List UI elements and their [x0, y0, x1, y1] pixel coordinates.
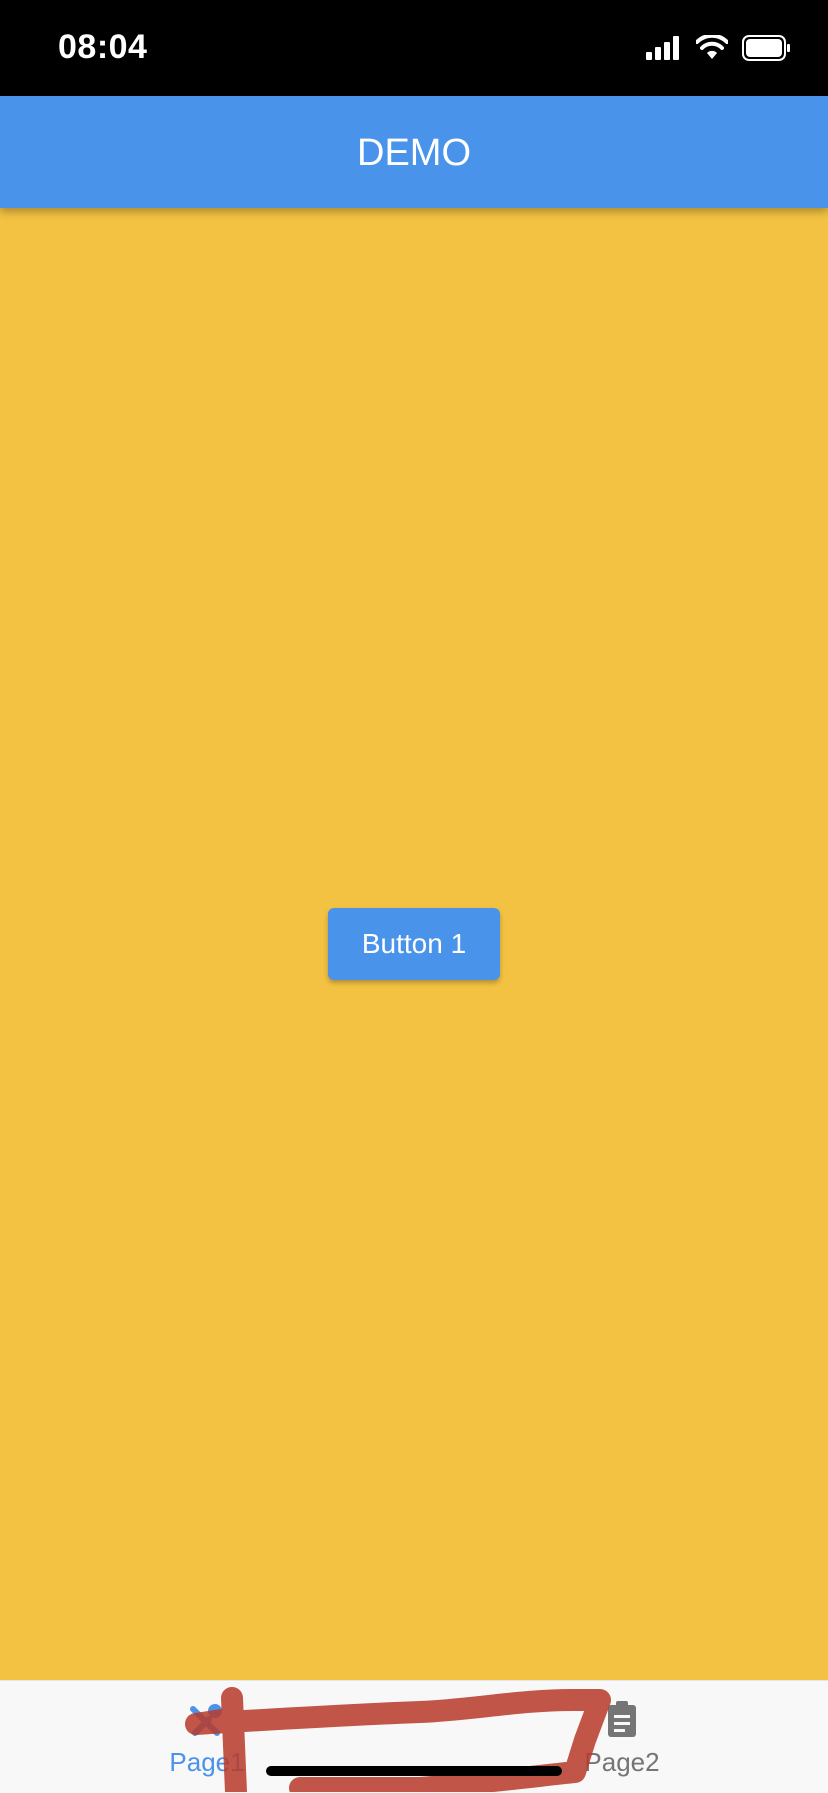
pen-icon — [190, 1704, 222, 1736]
status-bar: 08:04 — [0, 0, 828, 96]
nav-label-page1: Page1 — [169, 1747, 245, 1777]
status-time: 08:04 — [58, 28, 148, 66]
home-indicator — [266, 1766, 562, 1776]
status-icons — [646, 34, 792, 62]
battery-icon — [742, 35, 790, 61]
nav-item-page1[interactable]: Page1 — [137, 1699, 277, 1779]
nav-item-page2[interactable]: Page2 — [552, 1699, 692, 1779]
main-content: Button 1 — [0, 208, 828, 1680]
clipboard-icon — [608, 1701, 636, 1737]
page-title: DEMO — [357, 132, 471, 174]
wifi-icon — [696, 35, 728, 59]
bottom-navigation: Page1 Page2 — [0, 1680, 828, 1793]
button-1[interactable]: Button 1 — [328, 908, 500, 980]
cellular-signal-icon — [646, 36, 679, 60]
app-bar: DEMO — [0, 96, 828, 208]
nav-label-page2: Page2 — [584, 1747, 660, 1777]
